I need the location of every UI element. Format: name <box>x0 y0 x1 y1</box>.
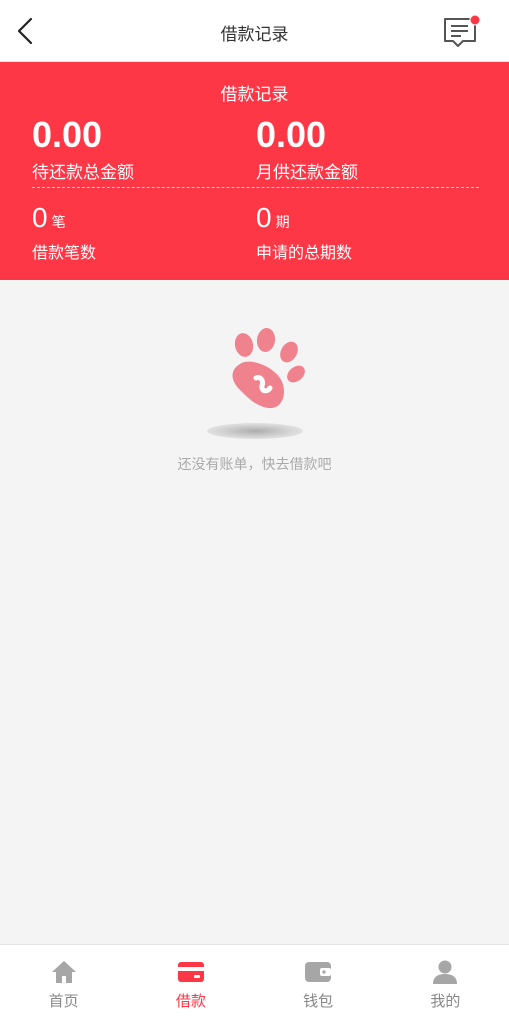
paw-shadow <box>207 423 303 439</box>
bottom-tab-bar: 首页 借款 钱包 我的 <box>0 944 509 1024</box>
wallet-icon <box>304 959 332 985</box>
paw-icon <box>218 328 308 416</box>
tab-wallet[interactable]: 钱包 <box>255 945 382 1024</box>
tab-mine-label: 我的 <box>430 992 461 1010</box>
monthly-payment-label: 月供还款金额 <box>256 163 358 183</box>
loan-count-label: 借款笔数 <box>32 243 97 262</box>
loan-count-unit: 笔 <box>51 215 66 231</box>
total-periods-value: 0 <box>256 202 272 233</box>
card-icon <box>177 959 205 985</box>
summary-title: 借款记录 <box>220 85 289 105</box>
tab-wallet-label: 钱包 <box>303 992 334 1010</box>
home-icon <box>50 959 78 985</box>
user-icon <box>431 959 459 985</box>
tab-home[interactable]: 首页 <box>0 945 127 1024</box>
top-bar: 借款记录 <box>0 0 509 62</box>
dashed-divider <box>32 187 479 188</box>
tab-loan[interactable]: 借款 <box>127 945 254 1024</box>
pending-total-amount: 0.00 <box>32 114 103 155</box>
total-periods-label: 申请的总期数 <box>256 243 353 262</box>
pending-total-label: 待还款总金额 <box>32 163 134 183</box>
page-title: 借款记录 <box>220 25 289 45</box>
message-button[interactable] <box>441 14 481 50</box>
monthly-payment-amount: 0.00 <box>256 114 327 155</box>
empty-state: 还没有账单，快去借款吧 <box>0 280 509 580</box>
total-periods-unit: 期 <box>275 215 290 231</box>
message-notification-icon <box>444 14 481 47</box>
tab-mine[interactable]: 我的 <box>382 945 509 1024</box>
empty-state-text: 还没有账单，快去借款吧 <box>177 457 332 473</box>
total-periods: 0期 <box>256 202 290 234</box>
loan-count-value: 0 <box>32 202 48 233</box>
tab-home-label: 首页 <box>48 992 79 1010</box>
loan-summary-panel: 借款记录 0.00 待还款总金额 0.00 月供还款金额 0笔 借款笔数 0期 … <box>0 62 509 280</box>
loan-count: 0笔 <box>32 202 66 234</box>
page: 借款记录 借款记录 0.00 待还款总金额 0.00 月供还款金额 0笔 借款笔… <box>0 0 509 1024</box>
tab-loan-label: 借款 <box>175 992 206 1010</box>
